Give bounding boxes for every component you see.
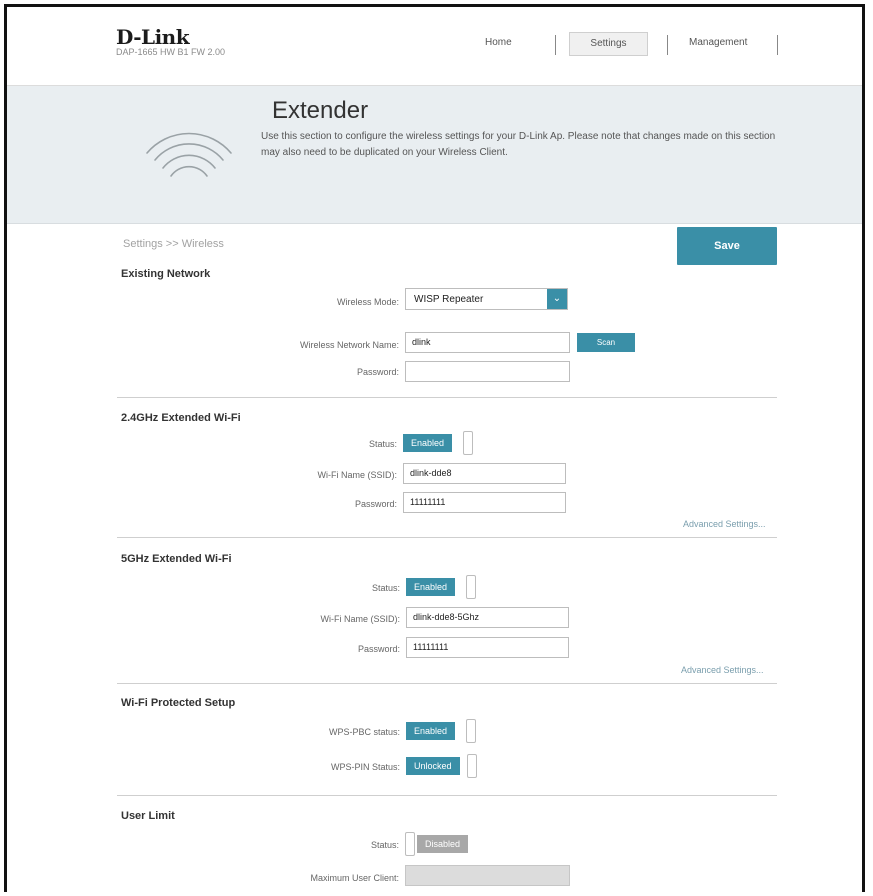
toggle-state: Enabled	[406, 578, 456, 596]
toggle-knob	[463, 431, 473, 455]
toggle-knob	[405, 832, 415, 856]
toggle-state: Enabled	[403, 434, 453, 452]
network-password-label: Password:	[356, 367, 399, 377]
toggle-knob	[466, 719, 476, 743]
nav-settings[interactable]: Settings	[569, 32, 648, 56]
wifi24-ssid-input[interactable]: dlink-dde8	[403, 463, 566, 484]
network-password-input[interactable]	[405, 361, 570, 382]
dlink-logo: D-Link	[116, 25, 190, 49]
existing-network-title: Existing Network	[121, 268, 211, 280]
wifi-icon	[146, 132, 232, 177]
network-name-input[interactable]: dlink	[405, 332, 570, 353]
wifi24-ssid-label: Wi-Fi Name (SSID):	[317, 470, 398, 480]
section-divider	[117, 397, 777, 398]
section-divider	[117, 795, 777, 796]
wps-pbc-label: WPS-PBC status:	[328, 727, 400, 737]
wifi5-ssid-label: Wi-Fi Name (SSID):	[320, 614, 401, 624]
page-description: Use this section to configure the wirele…	[261, 131, 776, 158]
wireless-mode-select[interactable]: WISP Repeater ⌄	[405, 288, 568, 310]
max-user-client-input[interactable]	[405, 865, 570, 886]
wifi24-password-input[interactable]: 11111111	[403, 492, 566, 513]
wifi5-password-input[interactable]: 11111111	[406, 637, 569, 658]
wifi24-title: 2.4GHz Extended Wi-Fi	[121, 412, 241, 424]
wireless-mode-label: Wireless Mode:	[336, 297, 399, 307]
wifi5-ssid-input[interactable]: dlink-dde8-5Ghz	[406, 607, 569, 628]
toggle-state: Enabled	[406, 722, 456, 740]
nav-divider	[667, 35, 668, 55]
wireless-mode-value: WISP Repeater	[414, 294, 484, 305]
wifi24-password-label: Password:	[354, 499, 397, 509]
model-info: DAP-1665 HW B1 FW 2.00	[116, 47, 226, 57]
section-divider	[117, 537, 777, 538]
scan-button[interactable]: Scan	[577, 333, 635, 352]
section-divider	[117, 683, 777, 684]
wps-pin-label: WPS-PIN Status:	[330, 762, 400, 772]
wifi5-title: 5GHz Extended Wi-Fi	[121, 553, 232, 565]
user-limit-title: User Limit	[121, 810, 175, 822]
wifi5-password-label: Password:	[357, 644, 400, 654]
page-frame: D-Link DAP-1665 HW B1 FW 2.00 Home Setti…	[4, 4, 865, 892]
nav-home[interactable]: Home	[485, 37, 512, 48]
toggle-state: Disabled	[417, 835, 469, 853]
user-limit-status-label: Status:	[370, 840, 399, 850]
toggle-state: Unlocked	[406, 757, 460, 775]
wifi5-advanced-link[interactable]: Advanced Settings...	[681, 665, 764, 675]
toggle-knob	[466, 575, 476, 599]
wps-title: Wi-Fi Protected Setup	[121, 697, 236, 709]
network-name-label: Wireless Network Name:	[299, 340, 399, 350]
nav-management[interactable]: Management	[689, 37, 747, 48]
nav-divider	[777, 35, 778, 55]
wifi24-status-label: Status:	[368, 439, 397, 449]
chevron-down-icon[interactable]: ⌄	[547, 289, 567, 309]
wifi24-advanced-link[interactable]: Advanced Settings...	[683, 519, 766, 529]
toggle-knob	[467, 754, 477, 778]
save-button[interactable]: Save	[677, 227, 777, 265]
nav-divider	[555, 35, 556, 55]
page-title: Extender	[272, 97, 369, 124]
max-user-client-label: Maximum User Client:	[310, 873, 399, 883]
breadcrumb: Settings >> Wireless	[123, 238, 224, 250]
wifi5-status-label: Status:	[371, 583, 400, 593]
